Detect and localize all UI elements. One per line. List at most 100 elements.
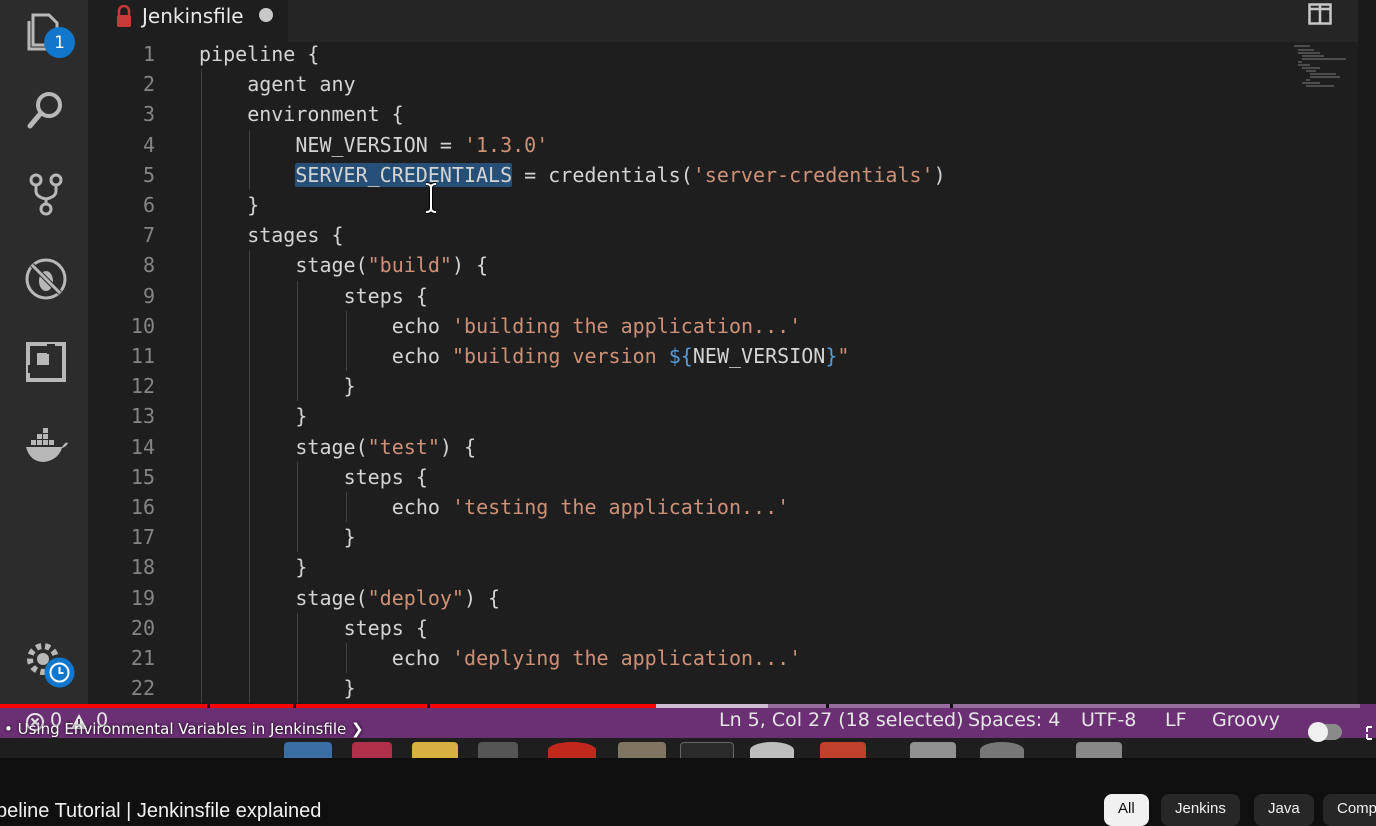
activity-bar: 1 <box>0 0 88 704</box>
string-token: " <box>837 344 850 368</box>
code-token: stage( <box>295 434 368 459</box>
cursor-position[interactable]: Ln 5, Col 27 (18 selected) <box>719 709 964 731</box>
code-line[interactable]: 7 stages { <box>88 220 1288 250</box>
code-line[interactable]: 14 stage("test") { <box>88 432 1288 462</box>
code-editor[interactable]: 1 pipeline {2 agent any 3 environment {4 NEW_… <box>88 42 1358 704</box>
chip-all[interactable]: All <box>1104 794 1149 826</box>
string-token: 'building the application...' <box>452 313 802 338</box>
tab-jenkinsfile[interactable]: Jenkinsfile <box>88 0 288 42</box>
code-token: stage( <box>295 253 368 278</box>
code-token: environment { <box>247 102 404 127</box>
line-number: 1 <box>142 42 155 66</box>
code-text: } <box>295 552 307 582</box>
code-token: echo <box>391 313 453 338</box>
line-number: 22 <box>130 676 155 701</box>
line-ending[interactable]: LF <box>1165 709 1187 731</box>
code-line[interactable]: 20 steps { <box>88 613 1288 643</box>
code-text: } <box>247 190 259 220</box>
code-token: stage( <box>295 585 368 610</box>
code-token: } <box>295 404 308 429</box>
code-line[interactable]: 13} <box>88 401 1288 431</box>
code-line[interactable]: 21 echo 'deplying the application...' <box>88 643 1288 673</box>
code-text: environment { <box>247 99 404 129</box>
app-icon <box>284 742 332 758</box>
line-number: 12 <box>130 374 155 399</box>
indentation[interactable]: Spaces: 4 <box>968 709 1060 731</box>
code-line[interactable]: 11 echo "building version ${NEW_VERSION}" <box>88 341 1288 371</box>
line-number: 19 <box>130 585 155 610</box>
line-number: 13 <box>130 404 155 429</box>
code-line[interactable]: 16 echo 'testing the application...' <box>88 492 1288 522</box>
jenkins-file-icon <box>117 5 131 27</box>
code-line[interactable]: 10 echo 'building the application...' <box>88 311 1288 341</box>
chapter-title: • Using Environmental Variables in Jenki… <box>4 720 347 738</box>
code-line[interactable]: 8 stage("build") { <box>88 250 1288 280</box>
code-line[interactable]: 3 environment { <box>88 99 1288 129</box>
code-text: pipeline { <box>199 42 319 69</box>
chip-jenkins[interactable]: Jenkins <box>1161 794 1240 826</box>
code-line[interactable]: 1 pipeline { <box>88 42 1288 69</box>
video-frame[interactable]: 1 Jenkinsfile 1 pipeline {2 agent any 3 … <box>0 0 1376 758</box>
chip-java[interactable]: Java <box>1254 794 1314 826</box>
code-line[interactable]: 18} <box>88 552 1288 582</box>
code-line[interactable]: 2 agent any <box>88 69 1288 99</box>
app-icon <box>478 742 518 758</box>
text-cursor-icon <box>425 182 437 214</box>
minimap[interactable] <box>1290 42 1352 92</box>
code-text: } <box>344 371 356 401</box>
video-played <box>0 704 656 708</box>
code-token: stages { <box>247 223 344 248</box>
string-token: "building version <box>452 344 669 368</box>
chapter-link[interactable]: • Using Environmental Variables in Jenki… <box>4 720 364 738</box>
encoding[interactable]: UTF-8 <box>1081 709 1136 731</box>
autoplay-toggle[interactable] <box>1308 722 1342 742</box>
fullscreen-icon[interactable] <box>1366 726 1376 740</box>
chip-comp[interactable]: Comp <box>1323 794 1376 826</box>
search-icon[interactable] <box>22 86 70 134</box>
editor-scrollbar[interactable] <box>1358 0 1376 704</box>
indent-guide <box>345 310 347 372</box>
code-line[interactable]: 4 NEW_VERSION = '1.3.0' <box>88 130 1288 160</box>
chapter-marker <box>826 704 829 708</box>
unsaved-dot-icon[interactable] <box>259 8 273 22</box>
source-control-icon[interactable] <box>22 170 70 218</box>
line-number: 18 <box>130 555 155 580</box>
code-text: echo "building version ${NEW_VERSION}" <box>392 341 850 371</box>
app-icon <box>548 742 596 758</box>
code-text: stages { <box>247 220 343 250</box>
line-number: 5 <box>142 162 155 187</box>
code-line[interactable]: 19 stage("deploy") { <box>88 583 1288 613</box>
chapter-marker <box>950 704 953 708</box>
string-token: 'server-credentials' <box>692 162 934 187</box>
indent-guide <box>249 250 251 704</box>
indent-guide <box>249 129 251 190</box>
extensions-icon[interactable] <box>22 338 70 386</box>
code-text: stage("test") { <box>295 432 476 462</box>
split-editor-icon[interactable] <box>1308 3 1332 25</box>
code-token: ) <box>933 162 946 187</box>
line-number: 10 <box>130 313 155 338</box>
line-number: 9 <box>142 283 155 308</box>
line-number: 14 <box>130 434 155 459</box>
line-number: 21 <box>130 646 155 670</box>
code-text: echo 'building the application...' <box>392 311 801 341</box>
code-text: agent any <box>247 69 355 99</box>
code-line[interactable]: 15 steps { <box>88 462 1288 492</box>
code-line[interactable]: 17} <box>88 522 1288 552</box>
code-token: steps { <box>343 615 428 640</box>
indent-guide <box>345 643 347 674</box>
video-title[interactable]: peline Tutorial | Jenkinsfile explained <box>0 800 321 823</box>
code-line[interactable]: 22} <box>88 673 1288 703</box>
docker-icon[interactable] <box>22 422 70 470</box>
code-line[interactable]: 12} <box>88 371 1288 401</box>
debug-icon[interactable] <box>22 255 70 303</box>
code-token: } <box>825 344 838 368</box>
code-token: echo <box>391 495 453 519</box>
language-mode[interactable]: Groovy <box>1212 709 1280 731</box>
code-line[interactable]: 6} <box>88 190 1288 220</box>
code-token: echo <box>391 646 453 670</box>
code-line[interactable]: 5 SERVER_CREDENTIALS = credentials('serve… <box>88 160 1288 190</box>
code-line[interactable]: 9 steps { <box>88 281 1288 311</box>
explorer-badge: 1 <box>44 27 75 58</box>
code-text: stage("build") { <box>295 250 488 280</box>
